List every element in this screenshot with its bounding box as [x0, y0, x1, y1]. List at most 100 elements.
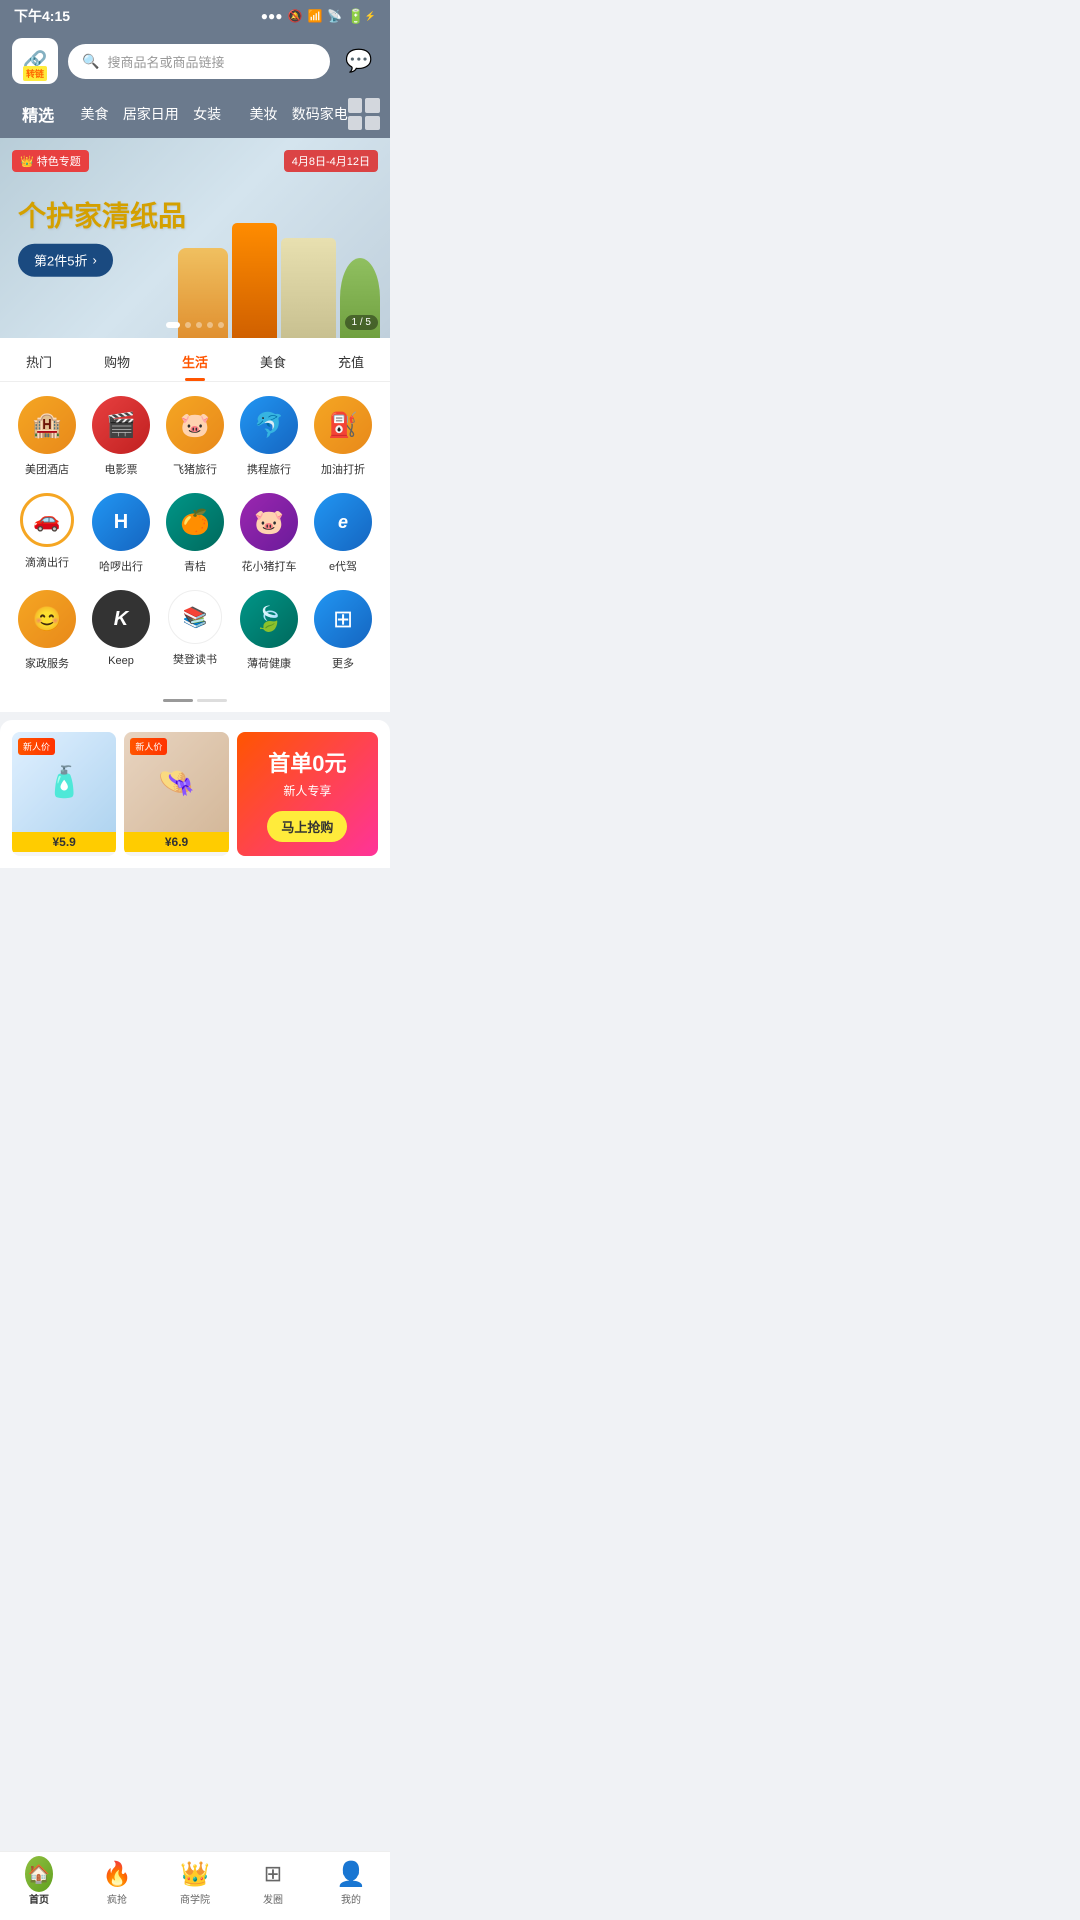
- didi-icon: 🚗: [20, 493, 74, 547]
- battery-icon: 🔋: [347, 8, 364, 25]
- charging-icon: ⚡: [365, 11, 376, 22]
- feizhu-label: 飞猪旅行: [173, 461, 217, 477]
- nav-home[interactable]: 🏠 首页: [0, 1860, 78, 1906]
- mine-label: 我的: [341, 1891, 361, 1906]
- service-more[interactable]: ⊞ 更多: [310, 590, 376, 671]
- logo-box[interactable]: 🔗 转链: [12, 38, 58, 84]
- nav-mine[interactable]: 👤 我的: [312, 1860, 390, 1906]
- nav-tab-jiaju[interactable]: 居家日用: [123, 100, 179, 128]
- more-label: 更多: [332, 655, 354, 671]
- banner-text-area: 个护家清纸品 第2件5折 ›: [18, 200, 186, 277]
- banner-title: 个护家清纸品: [18, 200, 186, 234]
- service-meituan[interactable]: 🏨 美团酒店: [14, 396, 80, 477]
- chat-button[interactable]: 💬: [340, 42, 378, 80]
- search-icon: 🔍: [82, 53, 99, 70]
- product-price-1: ¥5.9: [12, 832, 116, 852]
- banner-dot-3: [196, 322, 202, 328]
- service-qingju[interactable]: 🍊 青桔: [162, 493, 228, 574]
- nav-grid-button[interactable]: [348, 98, 380, 130]
- didi-label: 滴滴出行: [25, 554, 69, 570]
- jiazh-icon: 😊: [18, 590, 76, 648]
- banner-dot-2: [185, 322, 191, 328]
- service-jiazh[interactable]: 😊 家政服务: [14, 590, 80, 671]
- service-gas[interactable]: ⛽ 加油打折: [310, 396, 376, 477]
- keep-icon: K: [92, 590, 150, 648]
- nav-tab-nvzhuang[interactable]: 女装: [179, 100, 235, 128]
- status-time: 下午4:15: [14, 6, 70, 26]
- banner-dots: [166, 322, 224, 328]
- product-card-1[interactable]: 🧴 新人价 ¥5.9: [12, 732, 116, 856]
- status-bar: 下午4:15 ●●● 🔕 📶 📡 🔋 ⚡: [0, 0, 390, 30]
- service-edaijia[interactable]: e e代驾: [310, 493, 376, 574]
- product-badge-1: 新人价: [18, 738, 55, 755]
- category-tabs: 热门 购物 生活 美食 充值: [0, 338, 390, 382]
- cat-tab-shopping[interactable]: 购物: [78, 348, 156, 381]
- service-row-3: 😊 家政服务 K Keep 📚 樊登读书 🍃 薄荷健康 ⊞ 更多: [10, 590, 380, 671]
- hello-label: 哈啰出行: [99, 558, 143, 574]
- service-fendeng[interactable]: 📚 樊登读书: [162, 590, 228, 671]
- scroll-dot-1: [163, 699, 193, 702]
- keep-label: Keep: [108, 655, 134, 667]
- service-keep[interactable]: K Keep: [88, 590, 154, 671]
- more-icon: ⊞: [314, 590, 372, 648]
- mute-icon: 🔕: [287, 9, 302, 23]
- product-price-2: ¥6.9: [124, 832, 228, 852]
- scroll-dot-2: [197, 699, 227, 702]
- nav-tabs: 精选 美食 居家日用 女装 美妆 数码家电: [0, 94, 390, 138]
- service-feizhu[interactable]: 🐷 飞猪旅行: [162, 396, 228, 477]
- nav-rush[interactable]: 🔥 疯抢: [78, 1860, 156, 1906]
- movie-icon: 🎬: [92, 396, 150, 454]
- search-bar[interactable]: 🔍 搜商品名或商品链接: [68, 44, 330, 79]
- cat-tab-food[interactable]: 美食: [234, 348, 312, 381]
- service-huaxiaochu[interactable]: 🐷 花小猪打车: [236, 493, 302, 574]
- promo-subtitle: 新人专享: [283, 782, 331, 799]
- signal-dots: ●●●: [261, 9, 283, 23]
- fendeng-label: 樊登读书: [173, 651, 217, 667]
- banner-dot-5: [218, 322, 224, 328]
- banner-cta-button[interactable]: 第2件5折 ›: [18, 243, 113, 276]
- promo-button[interactable]: 马上抢购: [267, 811, 347, 842]
- academy-icon: 👑: [181, 1860, 209, 1888]
- moments-label: 发圈: [263, 1891, 283, 1906]
- service-ctrip[interactable]: 🐬 携程旅行: [236, 396, 302, 477]
- huaxiaochu-icon: 🐷: [240, 493, 298, 551]
- banner-tag: 👑 特色专题: [12, 150, 89, 172]
- edaijia-icon: e: [314, 493, 372, 551]
- banner-indicator: 1 / 5: [345, 315, 378, 330]
- cat-tab-recharge[interactable]: 充值: [312, 348, 390, 381]
- promo-card[interactable]: 首单0元 新人专享 马上抢购: [237, 732, 378, 856]
- product-section: 🧴 新人价 ¥5.9 👒 新人价 ¥6.9 首单0元 新人专享 马上抢购: [0, 720, 390, 868]
- cat-tab-hotspot[interactable]: 热门: [0, 348, 78, 381]
- banner[interactable]: 👑 特色专题 4月8日-4月12日 个护家清纸品 第2件5折 › 1 / 5: [0, 138, 390, 338]
- ctrip-icon: 🐬: [240, 396, 298, 454]
- cat-tab-life[interactable]: 生活: [156, 348, 234, 381]
- meituan-label: 美团酒店: [25, 461, 69, 477]
- gas-label: 加油打折: [321, 461, 365, 477]
- banner-date: 4月8日-4月12日: [284, 150, 378, 172]
- search-placeholder-text: 搜商品名或商品链接: [107, 52, 224, 71]
- banner-dot-1: [166, 322, 180, 328]
- nav-tab-jingxuan[interactable]: 精选: [10, 98, 66, 130]
- fendeng-icon: 📚: [168, 590, 222, 644]
- bohe-icon: 🍃: [240, 590, 298, 648]
- feizhu-icon: 🐷: [166, 396, 224, 454]
- mine-icon: 👤: [337, 1860, 365, 1888]
- qingju-icon: 🍊: [166, 493, 224, 551]
- service-hello[interactable]: H 哈啰出行: [88, 493, 154, 574]
- logo-label: 转链: [23, 66, 47, 81]
- chat-bubble-icon: 💬: [345, 48, 372, 74]
- nav-tab-meizhuang[interactable]: 美妆: [235, 100, 291, 128]
- nav-tab-meishi[interactable]: 美食: [66, 100, 122, 128]
- academy-label: 商学院: [180, 1891, 210, 1906]
- service-movie[interactable]: 🎬 电影票: [88, 396, 154, 477]
- nav-tab-digital[interactable]: 数码家电: [292, 100, 348, 128]
- movie-label: 电影票: [105, 461, 138, 477]
- rush-icon: 🔥: [103, 1860, 131, 1888]
- product-card-2[interactable]: 👒 新人价 ¥6.9: [124, 732, 228, 856]
- service-didi[interactable]: 🚗 滴滴出行: [14, 493, 80, 574]
- service-bohe[interactable]: 🍃 薄荷健康: [236, 590, 302, 671]
- nav-academy[interactable]: 👑 商学院: [156, 1860, 234, 1906]
- nav-moments[interactable]: ⊞ 发圈: [234, 1860, 312, 1906]
- jiazh-label: 家政服务: [25, 655, 69, 671]
- home-icon: 🏠: [25, 1860, 53, 1888]
